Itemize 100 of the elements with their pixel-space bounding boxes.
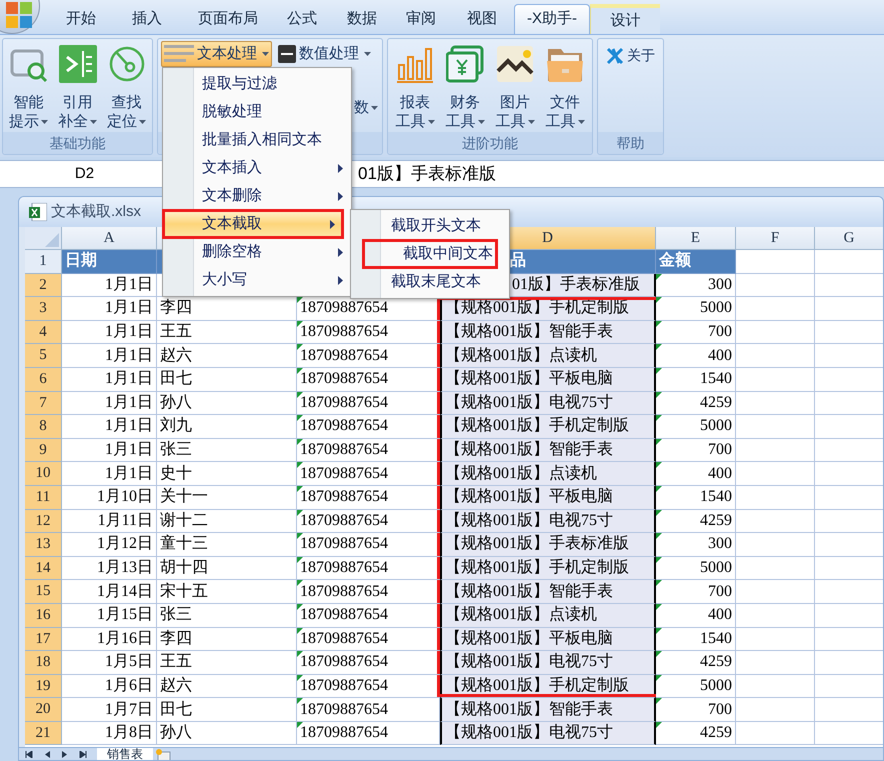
ribbon-tab[interactable]: 页面布局	[184, 4, 272, 34]
row-header[interactable]: 12	[25, 510, 62, 534]
table-cell: 18709887654	[297, 392, 440, 416]
ribbon-tab[interactable]: 视图	[450, 4, 514, 34]
row-header[interactable]: 14	[25, 556, 62, 580]
table-cell: 400	[656, 344, 736, 368]
tool-icon	[58, 45, 96, 83]
corner-triangle-icon	[45, 233, 59, 247]
table-cell: 18709887654	[297, 510, 440, 534]
tool-button[interactable]: 智能 提示	[4, 39, 52, 132]
tool-button[interactable]: 文件 工具	[541, 39, 589, 132]
table-cell: 1月1日	[62, 274, 157, 298]
table-cell: 700	[656, 320, 736, 344]
row-header[interactable]: 15	[25, 580, 62, 604]
row-header[interactable]: 2	[25, 274, 62, 298]
column-header[interactable]: A	[62, 227, 157, 250]
table-cell: 刘九	[157, 415, 297, 439]
table-cell: 胡十四	[157, 556, 297, 580]
table-cell: 1月6日	[62, 674, 157, 698]
row-header[interactable]: 10	[25, 462, 62, 486]
table-cell: 【规格001版】智能手表	[440, 320, 656, 344]
row-header[interactable]: 3	[25, 297, 62, 321]
menu-button[interactable]: 文本处理	[161, 41, 272, 67]
column-header[interactable]: G	[815, 227, 883, 250]
table-cell: 18709887654	[297, 698, 440, 722]
table-cell: 4259	[656, 651, 736, 675]
about-button[interactable]: 关于	[606, 45, 655, 66]
table-cell: 18709887654	[297, 604, 440, 628]
menu-item[interactable]: 大小写	[163, 266, 351, 294]
table-cell: 【规格001版】智能手表	[440, 438, 656, 462]
table-cell: 1月5日	[62, 651, 157, 675]
tool-button[interactable]: 财务 工具	[441, 39, 489, 132]
row-header[interactable]: 6	[25, 368, 62, 392]
menu-item[interactable]: 批量插入相同文本	[163, 126, 351, 154]
table-cell: 1月11日	[62, 510, 157, 534]
row-header[interactable]: 19	[25, 674, 62, 698]
sheet-nav-icon[interactable]	[61, 751, 69, 758]
table-cell: 史十	[157, 462, 297, 486]
row-header[interactable]: 18	[25, 651, 62, 675]
row-header[interactable]: 8	[25, 415, 62, 439]
table-cell: 5000	[656, 674, 736, 698]
table-cell: 王五	[157, 651, 297, 675]
group-label: 进阶功能	[462, 134, 518, 152]
table-cell: 4259	[656, 510, 736, 534]
menu-item[interactable]: 文本截取	[163, 210, 343, 238]
row-header[interactable]: 4	[25, 320, 62, 344]
table-cell: 王五	[157, 320, 297, 344]
row-header[interactable]: 7	[25, 392, 62, 416]
table-cell: 18709887654	[297, 651, 440, 675]
row-header[interactable]: 1	[25, 250, 62, 274]
group-label: 帮助	[616, 134, 644, 152]
row-header[interactable]: 5	[25, 344, 62, 368]
table-cell: 18709887654	[297, 368, 440, 392]
tool-button[interactable]: 图片 工具	[491, 39, 539, 132]
row-header[interactable]: 20	[25, 698, 62, 722]
ribbon-tab[interactable]: 插入	[110, 4, 184, 34]
excel-file-icon	[29, 203, 47, 221]
menu-item[interactable]: 删除空格	[163, 238, 351, 266]
row-header[interactable]: 16	[25, 604, 62, 628]
sheet-nav-icon[interactable]	[25, 751, 33, 758]
menu-button[interactable]: 数值处理	[275, 41, 374, 67]
table-cell: 张三	[157, 438, 297, 462]
row-header[interactable]: 13	[25, 533, 62, 557]
tool-button[interactable]: 查找 定位	[102, 39, 150, 132]
group-label: 基础功能	[50, 134, 106, 152]
table-cell: 1月7日	[62, 698, 157, 722]
row-header[interactable]: 17	[25, 628, 62, 652]
tool-button[interactable]: 报表 工具	[391, 39, 439, 132]
table-cell: 18709887654	[297, 722, 440, 746]
row-header[interactable]: 9	[25, 438, 62, 462]
column-header[interactable]: E	[656, 227, 736, 250]
ribbon-tab[interactable]: 开始	[52, 4, 110, 34]
table-cell: 1月1日	[62, 368, 157, 392]
sheet-nav-icon[interactable]	[43, 751, 51, 758]
ribbon-tab[interactable]: 公式	[272, 4, 332, 34]
row-header[interactable]: 21	[25, 722, 62, 746]
table-cell: 1月1日	[62, 462, 157, 486]
caret-icon	[371, 106, 378, 110]
table-cell: 金额	[656, 250, 736, 274]
table-cell: 【规格001版】智能手表	[440, 580, 656, 604]
ribbon-tab[interactable]: -X助手-	[514, 4, 590, 34]
tool-button[interactable]: 引用 补全	[54, 39, 102, 132]
table-cell: 【规格001版】智能手表	[440, 698, 656, 722]
ribbon-tab[interactable]: 数据	[332, 4, 392, 34]
table-cell: 1月8日	[62, 722, 157, 746]
ribbon-tab[interactable]: 审阅	[392, 4, 450, 34]
sheet-tab[interactable]: 销售表	[97, 748, 153, 760]
row-header[interactable]: 11	[25, 486, 62, 510]
table-cell: 1月13日	[62, 556, 157, 580]
table-cell: 【规格001版】点读机	[440, 462, 656, 486]
ribbon-tab[interactable]: 设计	[590, 4, 660, 34]
column-header[interactable]: F	[736, 227, 815, 250]
table-cell: 5000	[656, 556, 736, 580]
sheet-nav-icon[interactable]	[79, 751, 87, 758]
table-cell: 【规格001版】手机定制版	[440, 415, 656, 439]
table-cell: 谢十二	[157, 510, 297, 534]
table-cell: 【规格001版】平板电脑	[440, 628, 656, 652]
menu-item[interactable]: 脱敏处理	[163, 98, 351, 126]
table-cell: 孙八	[157, 722, 297, 746]
menu-item[interactable]: 提取与过滤	[163, 70, 351, 98]
